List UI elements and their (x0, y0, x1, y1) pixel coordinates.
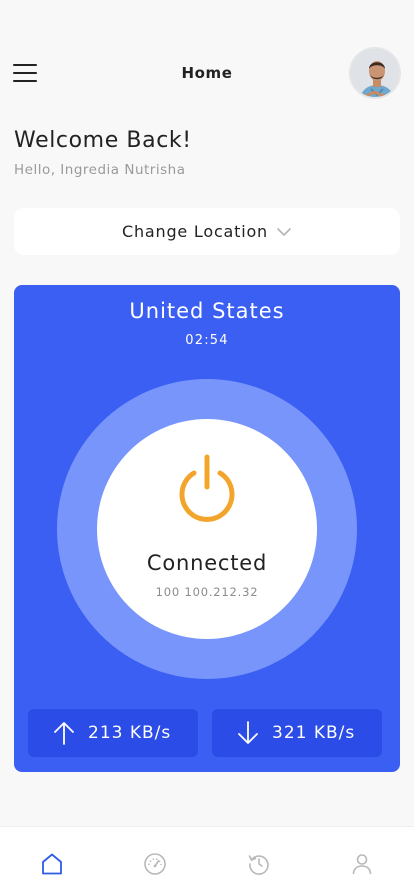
upload-speed-value: 213 KB/s (88, 723, 172, 743)
speedometer-icon (144, 852, 167, 875)
avatar[interactable] (349, 47, 401, 99)
nav-item-history[interactable] (207, 827, 311, 896)
download-speed-value: 321 KB/s (272, 723, 356, 743)
arrow-down-icon (236, 720, 260, 746)
nav-item-profile[interactable] (311, 827, 414, 896)
nav-item-speed[interactable] (104, 827, 208, 896)
chevron-down-icon (276, 227, 292, 237)
power-icon (179, 454, 235, 522)
download-speed-box: 321 KB/s (212, 709, 382, 757)
bottom-nav (0, 826, 414, 896)
connection-timer: 02:54 (185, 333, 229, 348)
ip-address: 100 100.212.32 (155, 585, 259, 599)
connection-ring: Connected 100 100.212.32 (57, 379, 357, 679)
arrow-up-icon (52, 720, 76, 746)
change-location-button[interactable]: Change Location (14, 208, 400, 255)
upload-speed-box: 213 KB/s (28, 709, 198, 757)
greeting-text: Hello, Ingredia Nutrisha (14, 162, 186, 178)
connect-toggle-button[interactable]: Connected 100 100.212.32 (97, 419, 317, 639)
home-icon (41, 853, 62, 874)
user-avatar-image (351, 49, 399, 97)
welcome-heading: Welcome Back! (14, 128, 192, 153)
country-name: United States (129, 299, 285, 323)
history-icon (248, 854, 269, 875)
connection-card: United States 02:54 Connected 100 100.21… (14, 285, 400, 772)
user-icon (352, 853, 372, 874)
nav-item-home[interactable] (0, 827, 104, 896)
change-location-label: Change Location (121, 222, 268, 241)
app-screen: Home Welcome Back! Hello, Ingredia Nutri… (0, 0, 414, 896)
connection-status: Connected (146, 551, 268, 575)
